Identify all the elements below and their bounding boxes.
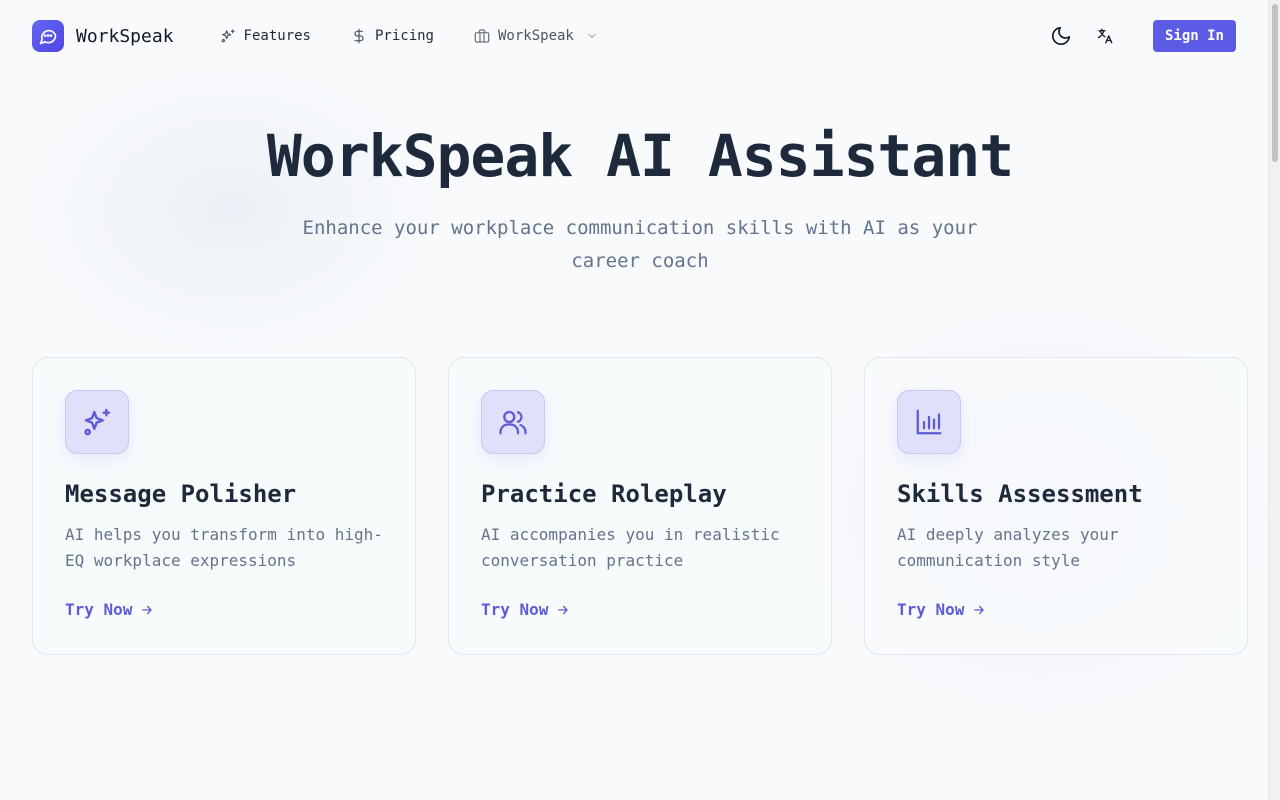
- dollar-icon: [354, 28, 364, 44]
- arrow-right-icon: [142, 605, 153, 614]
- nav-workspeak-label: WorkSpeak: [498, 28, 574, 44]
- background-glow: [20, 60, 440, 360]
- nav-features[interactable]: Features: [220, 28, 311, 44]
- try-now-label: Try Now: [897, 600, 965, 619]
- arrow-right-icon: [974, 605, 985, 614]
- chevron-down-icon: [588, 34, 596, 38]
- vertical-scrollbar[interactable]: [1268, 0, 1280, 800]
- nav-pricing[interactable]: Pricing: [351, 28, 434, 44]
- feature-card-practice-roleplay[interactable]: Practice Roleplay AI accompanies you in …: [448, 357, 832, 655]
- sparkles-icon: [221, 29, 235, 43]
- sparkles-icon: [65, 390, 129, 454]
- brand-name: WorkSpeak: [76, 25, 174, 47]
- brand-logo[interactable]: WorkSpeak: [32, 20, 174, 52]
- moon-icon: [1051, 26, 1071, 46]
- chat-bubble-icon: [32, 20, 64, 52]
- theme-toggle-button[interactable]: [1047, 22, 1075, 50]
- try-now-link[interactable]: Try Now: [481, 600, 570, 619]
- hero-subtitle: Enhance your workplace communication ski…: [302, 217, 978, 272]
- nav-features-label: Features: [243, 28, 311, 44]
- bar-chart-icon: [897, 390, 961, 454]
- nav-pricing-label: Pricing: [374, 28, 434, 44]
- sign-in-button[interactable]: Sign In: [1152, 20, 1236, 52]
- arrow-right-icon: [558, 605, 569, 614]
- feature-card-skills-assessment[interactable]: Skills Assessment AI deeply analyzes you…: [864, 357, 1248, 655]
- nav-workspeak-dropdown[interactable]: WorkSpeak: [474, 28, 598, 44]
- users-icon: [481, 390, 545, 454]
- top-navbar: WorkSpeak Features Pricing WorkSpeak Sig…: [0, 0, 1268, 72]
- card-description: AI deeply analyzes your communication st…: [897, 525, 1119, 570]
- scrollbar-thumb[interactable]: [1272, 4, 1278, 162]
- card-title: Message Polisher: [65, 480, 297, 508]
- try-now-link[interactable]: Try Now: [897, 600, 986, 619]
- card-description: AI accompanies you in realistic conversa…: [481, 525, 780, 570]
- main-nav: Features Pricing WorkSpeak: [220, 28, 638, 44]
- feature-cards: Message Polisher AI helps you transform …: [32, 357, 1248, 655]
- try-now-link[interactable]: Try Now: [65, 600, 154, 619]
- card-title: Skills Assessment: [897, 480, 1143, 508]
- card-title: Practice Roleplay: [481, 480, 727, 508]
- card-description: AI helps you transform into high-EQ work…: [65, 525, 383, 570]
- page: WorkSpeak Features Pricing WorkSpeak Sig…: [0, 0, 1280, 800]
- hero-title: WorkSpeak AI Assistant: [266, 122, 1014, 190]
- try-now-label: Try Now: [65, 600, 133, 619]
- language-button[interactable]: [1091, 22, 1119, 50]
- try-now-label: Try Now: [481, 600, 549, 619]
- translate-icon: [1097, 28, 1113, 44]
- feature-card-message-polisher[interactable]: Message Polisher AI helps you transform …: [32, 357, 416, 655]
- briefcase-icon: [474, 29, 490, 43]
- header-actions: Sign In: [1047, 20, 1236, 52]
